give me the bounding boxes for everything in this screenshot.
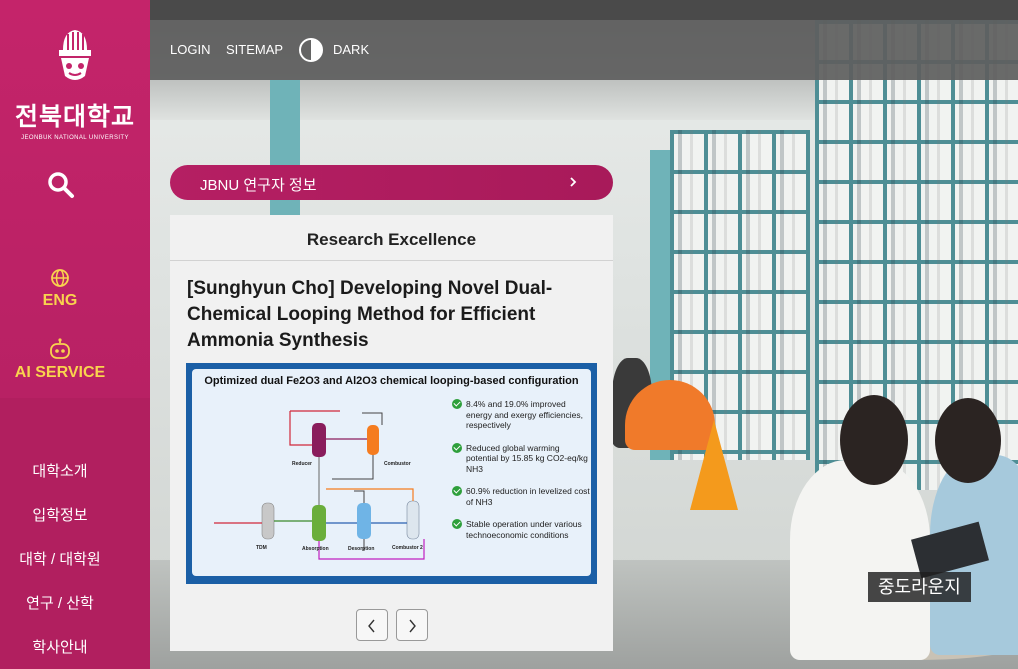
unit-label-combustor-2: Combustor 2 [392, 545, 423, 551]
figure-bullet: Stable operation under various technoeco… [452, 519, 590, 540]
figure-bullet: Reduced global warming potential by 15.8… [452, 442, 590, 475]
menu-item-research[interactable]: 연구 / 산학 [0, 592, 120, 613]
unit-label-absorption: Absorption [302, 546, 329, 552]
unit-label-tdm: TDM [256, 545, 267, 551]
location-caption: 중도라운지 [868, 572, 971, 602]
globe-icon [51, 269, 69, 287]
menu-item-admissions[interactable]: 입학정보 [0, 504, 120, 525]
check-icon [452, 519, 462, 529]
process-diagram: Reducer Combustor TDM Absorption Desorpt… [214, 410, 425, 560]
figure-bullet: 8.4% and 19.0% improved energy and exerg… [452, 399, 590, 431]
ai-service-label: AI SERVICE [14, 364, 106, 381]
robot-icon [50, 338, 70, 359]
unit-label-desorption: Desorption [348, 546, 374, 552]
emblem-icon [59, 30, 91, 80]
research-headline[interactable]: [Sunghyun Cho] Developing Novel Dual-Che… [187, 276, 587, 354]
figure-title: Optimized dual Fe2O3 and Al2O3 chemical … [204, 375, 579, 387]
research-figure[interactable]: Optimized dual Fe2O3 and Al2O3 chemical … [186, 363, 597, 584]
chevron-left-icon [368, 619, 375, 633]
dark-mode-label[interactable]: DARK [333, 42, 369, 57]
figure-bullet: 60.9% reduction in levelized cost of NH3 [452, 486, 590, 507]
logo-name-en: JEONBUK NATIONAL UNIVERSITY [21, 135, 129, 141]
top-utility-bar: LOGIN SITEMAP DARK [150, 20, 1018, 80]
menu-item-about[interactable]: 대학소개 [0, 460, 120, 481]
top-strip [150, 0, 1018, 20]
researcher-info-link[interactable]: JBNU 연구자 정보 [170, 165, 613, 200]
main-menu: 대학소개 입학정보 대학 / 대학원 연구 / 산학 학사안내 [0, 398, 150, 669]
researcher-info-label: JBNU 연구자 정보 [200, 177, 317, 194]
unit-label-combustor: Combustor [384, 461, 411, 467]
section-title: Research Excellence [170, 215, 613, 261]
check-icon [452, 486, 462, 496]
university-logo[interactable]: 전북대학교 JEONBUK NATIONAL UNIVERSITY [0, 28, 150, 141]
eng-label: ENG [42, 292, 78, 309]
eng-link[interactable]: ENG [0, 268, 120, 310]
search-icon[interactable] [46, 170, 76, 200]
sitemap-link[interactable]: SITEMAP [226, 42, 283, 57]
sidebar: 전북대학교 JEONBUK NATIONAL UNIVERSITY ENG AI… [0, 0, 150, 669]
check-icon [452, 399, 462, 409]
logo-name-ko: 전북대학교 [14, 103, 135, 131]
unit-label-reducer: Reducer [292, 461, 312, 467]
menu-item-academics[interactable]: 학사안내 [0, 636, 120, 657]
login-link[interactable]: LOGIN [170, 42, 210, 57]
chevron-right-icon [409, 619, 416, 633]
dark-mode-icon[interactable] [298, 37, 324, 63]
research-card: Research Excellence [Sunghyun Cho] Devel… [170, 215, 613, 651]
figure-bullets: 8.4% and 19.0% improved energy and exerg… [452, 399, 590, 552]
previous-button[interactable] [356, 609, 388, 641]
chevron-right-icon [570, 177, 577, 187]
check-icon [452, 442, 462, 453]
next-button[interactable] [396, 609, 428, 641]
menu-item-colleges[interactable]: 대학 / 대학원 [0, 548, 120, 569]
ai-service-link[interactable]: AI SERVICE [0, 338, 120, 382]
